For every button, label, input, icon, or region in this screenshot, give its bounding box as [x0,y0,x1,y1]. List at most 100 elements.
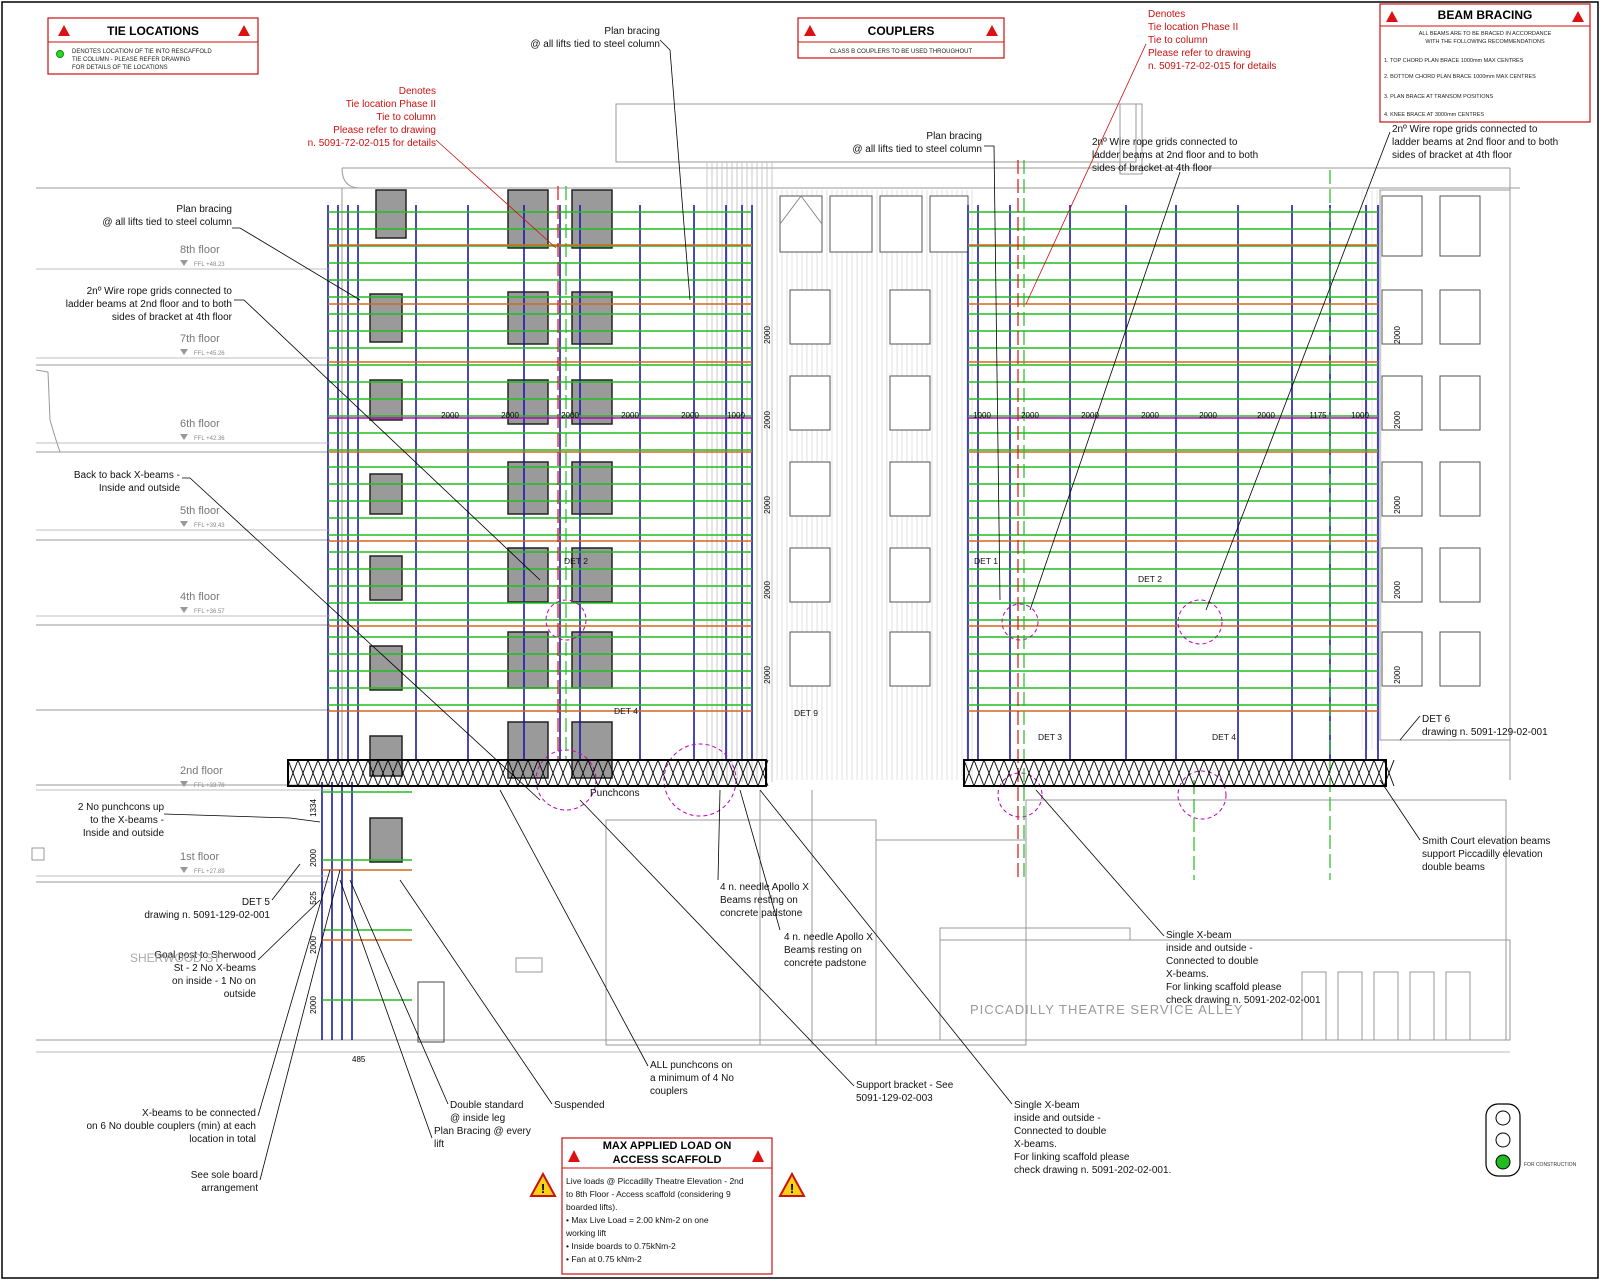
note-denotes-right: Denotes Tie location Phase II Tie to colum… [1148,9,1276,72]
leader-line [984,145,1001,601]
dimension-label: 2000 [1393,581,1402,599]
det-label: DET 2 [564,556,588,566]
dimension-label: 2000 [441,411,459,420]
note-back-to-back: Back to back X-beams -Inside and outside [74,470,181,494]
leader-line [232,227,361,301]
dimension-label: 2000 [763,666,772,684]
level-marker-icon [180,521,188,527]
floor-label: 8th floor [180,244,220,256]
floor-labels: 8th floor FFL +48.23 7th floor FFL +45.26 6t… [36,244,330,877]
dimension-label: 485 [352,1055,366,1064]
max-load-line: • Inside boards to 0.75kNm-2 [566,1241,676,1251]
couplers-line: CLASS B COUPLERS TO BE USED THROUGHOUT [830,49,973,55]
note-plan-bracing-1: Plan bracing @ all lifts tied to steel co… [530,26,660,50]
floor-label: 5th floor [180,505,220,517]
det-label: DET 4 [614,706,638,716]
couplers-box: COUPLERS CLASS B COUPLERS TO BE USED THR… [797,17,1005,59]
traffic-light-icon [1485,1103,1521,1177]
tie-legend-line: TIE COLUMN - PLEASE REFER DRAWING [72,57,190,63]
leader-line [399,879,553,1105]
dimension-label: 2000 [309,849,318,867]
tie-marker-icon [56,50,64,58]
max-load-line: • Fan at 0.75 kNm-2 [566,1254,642,1264]
level-marker-icon [180,349,188,355]
dimension-label: 2000 [1393,496,1402,514]
beam-bracing-line: ALL BEAMS ARE TO BE BRACED IN ACCORDANCE [1419,31,1552,37]
dimension-label: 525 [309,891,318,905]
dimension-label: 2000 [763,496,772,514]
note-support-bracket: Support bracket - See 5091-129-02-003 [856,1080,954,1104]
sherwood-label: SHERWOOD ST [130,951,221,965]
note-all-punchcons: ALL punchcons on a minimum of 4 No coupler… [650,1060,734,1097]
beam-bracing-line: 4. KNEE BRACE AT 3000mm CENTRES [1384,112,1484,118]
alley-label: PICCADILLY THEATRE SERVICE ALLEY [970,1002,1244,1017]
leader-line [1379,779,1421,841]
note-denotes-left: Denotes Tie location Phase II Tie to colum… [308,86,436,149]
det-label: DET 3 [1038,732,1062,742]
dimension-label: 2000 [621,411,639,420]
level-marker-icon [180,434,188,440]
tie-locations-title: TIE LOCATIONS [107,24,199,38]
note-sole-board: See sole board arrangement [191,1170,258,1194]
max-load-line: to 8th Floor - Access scaffold (consider… [566,1189,731,1199]
beam-bracing-title: BEAM BRACING [1438,8,1533,22]
dimension-label: 2000 [1393,666,1402,684]
det-label: DET 2 [1138,574,1162,584]
note-wire-rope-right: 2nº Wire rope grids connected to ladder b… [1392,124,1558,161]
level-marker-icon [180,260,188,266]
dimension-label: 1000 [727,411,745,420]
caution-icon: ! [529,1171,557,1197]
dimension-label: 2000 [681,411,699,420]
dimension-label: 2000 [561,411,579,420]
dimension-label: 2000 [763,581,772,599]
max-load-line: • Max Live Load = 2.00 kNm-2 on one [566,1215,709,1225]
leader-line [1399,715,1421,741]
note-single-xbeam-1: Single X-beam inside and outside -Connect… [1166,930,1321,1006]
note-punchcons-label: Punchcons [590,788,639,799]
beam-bracing-line: 3. PLAN BRACE AT TRANSOM POSITIONS [1384,94,1493,100]
level-marker-icon [180,781,188,787]
note-smith-court: Smith Court elevation beams support Picca… [1422,836,1550,873]
note-plan-bracing-lift: Plan Bracing @ every lift [434,1126,531,1150]
dimension-label: 2000 [1393,411,1402,429]
level-marker-icon [180,607,188,613]
floor-label: 7th floor [180,333,220,345]
leader-line [259,869,341,1181]
elevation-drawing: 8th floor FFL +48.23 7th floor FFL +45.26 6t… [1,1,1599,1279]
leader-line [182,477,541,801]
dimension-label: 2000 [1021,411,1039,420]
beam-bracing-line: WITH THE FOLLOWING RECOMMENDATIONS [1425,39,1545,45]
note-det6: DET 6 drawing n. 5091-129-02-001 [1422,714,1548,738]
leader-line [163,813,321,823]
dimension-label: 1000 [973,411,991,420]
max-load-line: working lift [565,1228,607,1238]
leader-line [1029,171,1181,611]
max-load-box: MAX APPLIED LOAD ON ACCESS SCAFFOLD Live… [561,1137,773,1275]
beam-bracing-line: 2. BOTTOM CHORD PLAN BRACE 1000mm MAX CE… [1384,74,1536,80]
tie-locations-box: TIE LOCATIONS DENOTES LOCATION OF TIE IN… [47,17,259,75]
dimension-label: 2000 [1257,411,1275,420]
dimension-label: 2000 [1141,411,1159,420]
tie-legend-line: DENOTES LOCATION OF TIE INTO RESCAFFOLD [72,49,212,55]
floor-label: 6th floor [180,418,220,430]
note-punchcons-up: 2 No punchcons up to the X-beams -Inside … [78,802,165,839]
note-needle-2: 4 n. needle Apollo X Beams resting on conc… [784,932,873,969]
floor-level: FFL +33.78 [194,783,225,789]
scaffold-right [967,205,1379,760]
dimension-label: 2000 [309,996,318,1014]
leader-line [579,799,855,1087]
leader-line [349,879,449,1105]
max-load-line: boarded lifts). [566,1202,618,1212]
leader-line [659,39,691,301]
dimension-label: 2000 [1199,411,1217,420]
svg-text:!: ! [790,1181,794,1196]
floor-level: FFL +27.89 [194,869,225,875]
couplers-title: COUPLERS [868,24,935,38]
floor-label: 4th floor [180,591,220,603]
note-needle-1: 4 n. needle Apollo X Beams resting on conc… [720,882,809,919]
svg-text:!: ! [541,1181,545,1196]
dimension-label: 2000 [1393,326,1402,344]
beam-bracing-box: BEAM BRACING ALL BEAMS ARE TO BE BRACED … [1379,3,1591,123]
dimension-label: 2000 [501,411,519,420]
note-det5: DET 5 drawing n. 5091-129-02-001 [144,897,270,921]
